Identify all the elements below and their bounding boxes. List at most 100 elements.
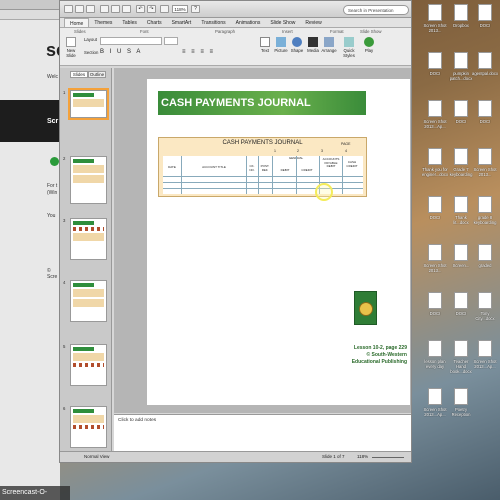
arrange-button[interactable]: Arrange: [320, 37, 338, 53]
tab-slide-show[interactable]: Slide Show: [265, 18, 300, 27]
toolbar-button[interactable]: [75, 5, 84, 13]
tab-review[interactable]: Review: [300, 18, 326, 27]
tab-themes[interactable]: Themes: [89, 18, 117, 27]
button-label: Media: [307, 48, 319, 53]
desktop-file-icon[interactable]: Screen Shot 2013...Ap...: [472, 340, 498, 369]
journal-grid: DATE ACCOUNT TITLE CK. NO. POST. REF. GE…: [163, 156, 363, 194]
search-input[interactable]: Search in Presentation: [343, 5, 409, 15]
desktop-file-icon[interactable]: lesson plan every day: [422, 340, 448, 369]
tab-charts[interactable]: Charts: [142, 18, 167, 27]
view-mode[interactable]: Normal View: [84, 454, 109, 459]
journal-form: CASH PAYMENTS JOURNAL PAGE 1 2 3 4 DATE …: [158, 137, 367, 197]
new-slide-button[interactable]: New Slide: [62, 37, 80, 58]
slide-thumbnail[interactable]: [70, 156, 107, 204]
new-slide-icon: [66, 37, 76, 47]
powerpoint-window: ↶ ↷ 118% ? Search in Presentation Home T…: [59, 0, 412, 463]
desktop-file-icon[interactable]: Screen Shot 2013...: [422, 244, 448, 273]
desktop-file-icon[interactable]: agentpal.docx: [472, 52, 498, 76]
quick-styles-button[interactable]: Quick Styles: [338, 37, 360, 58]
desktop-file-icon[interactable]: Screen Shot 2013...Ap...: [422, 388, 448, 417]
button-label: Picture: [274, 48, 288, 53]
play-button[interactable]: Play: [360, 37, 378, 53]
tab-outline[interactable]: Outline: [88, 71, 106, 78]
desktop-file-icon[interactable]: Thank you for enginer...docx: [422, 148, 448, 177]
desktop-file-icon[interactable]: DOCI: [448, 100, 474, 124]
desktop-file-label: Teacher Hand book...docx: [450, 359, 472, 374]
desktop-file-icon[interactable]: Tony City...docx: [472, 292, 498, 321]
toolbar-button[interactable]: [86, 5, 95, 13]
desktop-file-icon[interactable]: DOCI: [422, 196, 448, 220]
desktop-file-label: Screen Shot 2013...Ap...: [473, 359, 497, 369]
desktop-file-icon[interactable]: DOCI: [422, 52, 448, 76]
help-icon[interactable]: ?: [191, 5, 200, 13]
desktop-file-label: Dropbox: [453, 23, 469, 28]
desktop-file-icon[interactable]: Thank lit...docx: [448, 196, 474, 225]
toolbar-button[interactable]: [100, 5, 109, 13]
desktop-file-label: Screen Shot 2013...: [473, 167, 497, 177]
column-header: CK. NO.: [249, 164, 255, 172]
desktop-file-label: DOCI: [455, 119, 467, 124]
desktop-file-icon[interactable]: DOCI: [422, 292, 448, 316]
toolbar-button[interactable]: [160, 5, 169, 13]
font-size-field[interactable]: [164, 37, 178, 45]
tab-transitions[interactable]: Transitions: [196, 18, 230, 27]
button-label: Arrange: [321, 48, 337, 53]
column-header: CASH CREDIT: [346, 160, 358, 168]
desktop-file-icon[interactable]: pumpkin patch...docx: [448, 52, 474, 81]
section-menu[interactable]: Section: [84, 50, 98, 55]
font-style-buttons[interactable]: B I U S A: [100, 49, 142, 55]
desktop-file-icon[interactable]: Screen...: [448, 244, 474, 268]
desktop-file-icon[interactable]: Teacher Hand book...docx: [448, 340, 474, 374]
slide-thumbnail[interactable]: [68, 88, 109, 120]
document-icon: [478, 4, 492, 21]
tab-slides[interactable]: Slides: [70, 71, 88, 78]
desktop-file-label: agentpal.docx: [472, 71, 499, 76]
desktop-file-label: DOCI: [479, 119, 491, 124]
ribbon-group-label: Paragraph: [215, 29, 236, 34]
desktop-file-icon[interactable]: Dropbox: [448, 4, 474, 28]
tab-animations[interactable]: Animations: [231, 18, 266, 27]
desktop-file-icon[interactable]: Grade 7 keyboarding: [448, 148, 474, 177]
toolbar-button[interactable]: [111, 5, 120, 13]
slide-canvas[interactable]: CASH PAYMENTS JOURNAL CASH PAYMENTS JOUR…: [147, 79, 410, 405]
title-bar: ↶ ↷ 118% ? Search in Presentation: [60, 1, 411, 18]
toolbar-button[interactable]: [64, 5, 73, 13]
desktop-file-label: pumpkin patch...docx: [449, 71, 473, 81]
toolbar-button[interactable]: [122, 5, 131, 13]
tab-smartart[interactable]: SmartArt: [167, 18, 197, 27]
slide-number: 4: [63, 280, 66, 285]
slide-thumbnail[interactable]: [70, 406, 107, 448]
notes-pane[interactable]: Click to add notes: [114, 414, 411, 451]
check-icon: [50, 157, 59, 166]
ribbon-tabs: Home Themes Tables Charts SmartArt Trans…: [60, 18, 411, 28]
button-label: Play: [364, 48, 374, 53]
zoom-slider[interactable]: [372, 457, 404, 458]
slide-thumbnail[interactable]: [70, 280, 107, 322]
desktop-file-label: Screen Shot 2013...Ap...: [423, 407, 447, 417]
button-label: New Slide: [66, 48, 76, 58]
desktop-file-icon[interactable]: Poetry Reception: [448, 388, 474, 417]
desktop-file-label: Screen Shot 2013...Ap...: [423, 119, 447, 129]
column-header: ACCOUNTS PAYABLE DEBIT: [322, 157, 340, 168]
desktop-file-icon[interactable]: Screen Shot 2013...Ap...: [422, 100, 448, 129]
document-icon: [454, 244, 468, 261]
desktop-file-label: Grade 7 keyboarding: [449, 167, 473, 177]
zoom-select[interactable]: 118%: [172, 5, 188, 13]
desktop-file-icon[interactable]: DOCI: [472, 100, 498, 124]
paragraph-buttons[interactable]: ≡ ≡ ≡ ≡: [182, 49, 215, 55]
undo-icon[interactable]: ↶: [136, 5, 145, 13]
tab-home[interactable]: Home: [64, 18, 90, 27]
desktop-file-icon[interactable]: grade 8 keyboarding: [472, 196, 498, 225]
desktop-file-icon[interactable]: Screen Shot 2013...: [472, 148, 498, 177]
slide-thumbnail[interactable]: [70, 344, 107, 386]
redo-icon[interactable]: ↷: [147, 5, 156, 13]
slide-thumbnail[interactable]: [70, 218, 107, 260]
tab-tables[interactable]: Tables: [117, 18, 141, 27]
desktop-file-icon[interactable]: graded: [472, 244, 498, 268]
font-name-field[interactable]: [100, 37, 162, 45]
desktop-file-icon[interactable]: Screen Shot 2013...: [422, 4, 448, 33]
column-number: 1: [274, 149, 276, 153]
desktop-file-icon[interactable]: DOCI: [448, 292, 474, 316]
layout-menu[interactable]: Layout: [84, 37, 97, 42]
desktop-file-icon[interactable]: DOCI: [472, 4, 498, 28]
